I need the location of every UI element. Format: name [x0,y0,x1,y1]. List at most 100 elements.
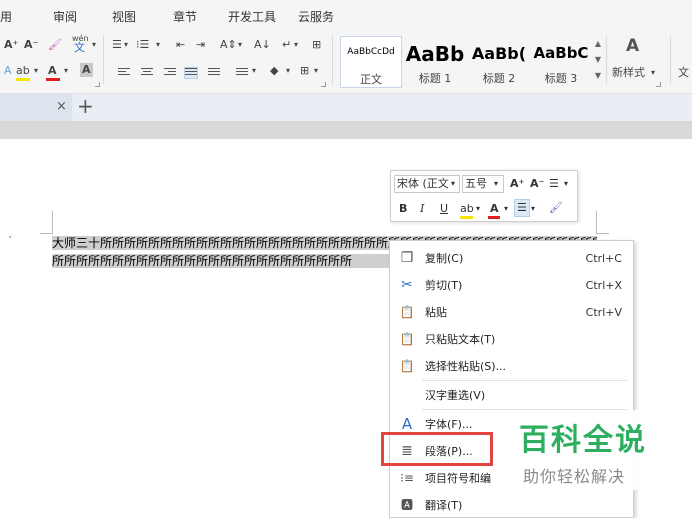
new-style-dropdown-icon[interactable]: ▾ [651,66,655,80]
numbered-list-icon[interactable]: ⁝☰ [136,38,149,52]
font-color-button[interactable]: A [48,64,57,78]
pinyin-guide-button[interactable]: 文 [74,41,85,55]
new-style-icon[interactable]: A [626,36,639,56]
style-heading-3[interactable]: AaBbC 标题 3 [530,36,592,88]
menu-item-copy[interactable]: ❐ 复制(C) Ctrl+C [390,246,633,272]
new-tab-icon[interactable]: + [77,95,94,117]
bullet-dropdown-icon[interactable]: ▾ [124,38,128,52]
font-grow-button[interactable]: A⁺ [4,38,18,52]
font-color-dropdown-icon[interactable]: ▾ [64,64,68,78]
translate-icon: 🅰 [400,498,413,512]
align-justify-icon[interactable] [184,67,198,79]
ribbon-separator [332,36,333,84]
font-name-select[interactable]: 宋体 (正文 ▾ [394,175,460,193]
menu-tab-view[interactable]: 视图 [112,8,136,25]
menu-item-paste-text-only[interactable]: 📋 只粘贴文本(T) [390,327,633,353]
style-sample: AaBb( [471,44,527,63]
char-shading-button[interactable]: A [80,63,93,77]
numbering-dropdown-icon[interactable]: ▾ [156,38,160,52]
document-tab[interactable]: × [0,94,72,121]
font-size-select[interactable]: 五号 ▾ [462,175,504,193]
menu-item-label: 剪切(T) [425,279,463,292]
align-center-icon[interactable] [141,68,153,78]
sort-icon[interactable]: A↓ [254,38,271,52]
chevron-down-icon: ▾ [451,179,456,188]
menu-item-translate[interactable]: 🅰 翻译(T) [390,493,633,518]
document-tab-strip: × + [0,94,692,121]
menu-item-label: 复制(C) [425,252,464,265]
style-heading-1[interactable]: AaBb 标题 1 [404,36,466,88]
para-mark-dropdown-icon[interactable]: ▾ [294,38,298,52]
chevron-down-icon[interactable]: ▾ [504,201,508,217]
font-color-button[interactable]: A [490,201,499,217]
style-more-icon[interactable]: ▼ [593,68,603,83]
text-effect-icon[interactable]: A [4,64,12,78]
highlight-dropdown-icon[interactable]: ▾ [34,64,38,78]
paragraph-mark-icon[interactable]: ↵ [282,38,291,52]
new-style-button[interactable]: 新样式 [612,66,645,80]
decrease-indent-icon[interactable]: ⇤ [176,38,185,52]
font-name-value: 宋体 (正文 [397,177,449,190]
font-size-value: 五号 [465,177,487,190]
menu-item-shortcut: Ctrl+C [585,252,622,265]
selected-text-line[interactable]: 所所所所所所所所所所所所所所所所所所所所所所所所所 [52,254,389,268]
char-spacing-icon[interactable]: A⇕ [220,38,237,52]
scissors-icon: ✂ [401,277,413,293]
font-group-launcher-icon[interactable] [95,82,100,87]
bullets-icon: ⁝≡ [400,471,414,485]
font-shrink-button[interactable]: A⁻ [24,38,38,52]
style-heading-2[interactable]: AaBb( 标题 2 [468,36,530,88]
menu-tab-review[interactable]: 审阅 [53,8,77,25]
menu-tab-section[interactable]: 章节 [173,8,197,25]
char-spacing-dropdown-icon[interactable]: ▾ [238,38,242,52]
align-button[interactable]: ☰ [514,199,530,217]
style-scroll-up-icon[interactable]: ▲ [593,36,603,51]
format-painter-icon[interactable]: 🖌 [549,200,563,216]
menu-item-paste-special[interactable]: 📋 选择性粘贴(S)... [390,354,633,380]
chevron-down-icon[interactable]: ▾ [476,201,480,217]
watermark-title: 百科全说 [519,423,647,458]
table-icon[interactable]: ⊞ [312,38,321,52]
paragraph-group-launcher-icon[interactable] [321,82,326,87]
underline-button[interactable]: U [440,201,448,217]
menu-tab-cloud[interactable]: 云服务 [298,8,334,25]
menu-item-label: 只粘贴文本(T) [425,333,496,346]
menu-tab-bar: 用 审阅 视图 章节 开发工具 云服务 [0,0,692,30]
border-dropdown-icon[interactable]: ▾ [314,64,318,78]
line-spacing-dropdown-icon[interactable]: ▾ [252,64,256,78]
styles-group-launcher-icon[interactable] [656,82,661,87]
canvas-background [0,121,692,139]
clear-format-icon[interactable]: 🖌 [48,38,62,52]
menu-item-label: 粘贴 [425,306,447,319]
grow-font-button[interactable]: A⁺ [510,176,524,192]
distributed-align-icon[interactable] [208,68,220,78]
menu-item-reconvert[interactable]: 汉字重选(V) [390,383,633,409]
italic-button[interactable]: I [420,201,424,217]
menu-tab-use[interactable]: 用 [0,8,12,25]
menu-tab-developer[interactable]: 开发工具 [228,8,276,25]
close-tab-icon[interactable]: × [56,99,67,114]
menu-item-cut[interactable]: ✂ 剪切(T) Ctrl+X [390,273,633,299]
chevron-down-icon[interactable]: ▾ [564,176,568,192]
increase-indent-icon[interactable]: ⇥ [196,38,205,52]
menu-item-shortcut: Ctrl+V [585,306,622,319]
bold-button[interactable]: B [399,201,407,217]
highlight-button[interactable]: ab [460,201,474,217]
shrink-font-button[interactable]: A⁻ [530,176,544,192]
border-icon[interactable]: ⊞ [300,64,309,78]
line-spacing-icon[interactable]: ☰ [549,176,559,192]
bullet-list-icon[interactable]: ☰ [112,38,122,52]
highlight-color-button[interactable]: ab [16,64,30,78]
style-name: 标题 1 [418,72,452,85]
text-tools-button[interactable]: 文 [678,66,689,80]
align-left-icon[interactable] [118,68,130,78]
shading-icon[interactable]: ◆ [270,64,278,78]
style-normal[interactable]: AaBbCcDd 正文 [340,36,402,88]
chevron-down-icon[interactable]: ▾ [531,201,535,217]
align-right-icon[interactable] [164,68,176,78]
shading-dropdown-icon[interactable]: ▾ [286,64,290,78]
style-scroll-down-icon[interactable]: ▼ [593,52,603,67]
line-spacing-icon[interactable] [236,68,248,78]
menu-item-paste[interactable]: 📋 粘贴 Ctrl+V [390,300,633,326]
pinyin-dropdown-icon[interactable]: ▾ [92,38,96,52]
